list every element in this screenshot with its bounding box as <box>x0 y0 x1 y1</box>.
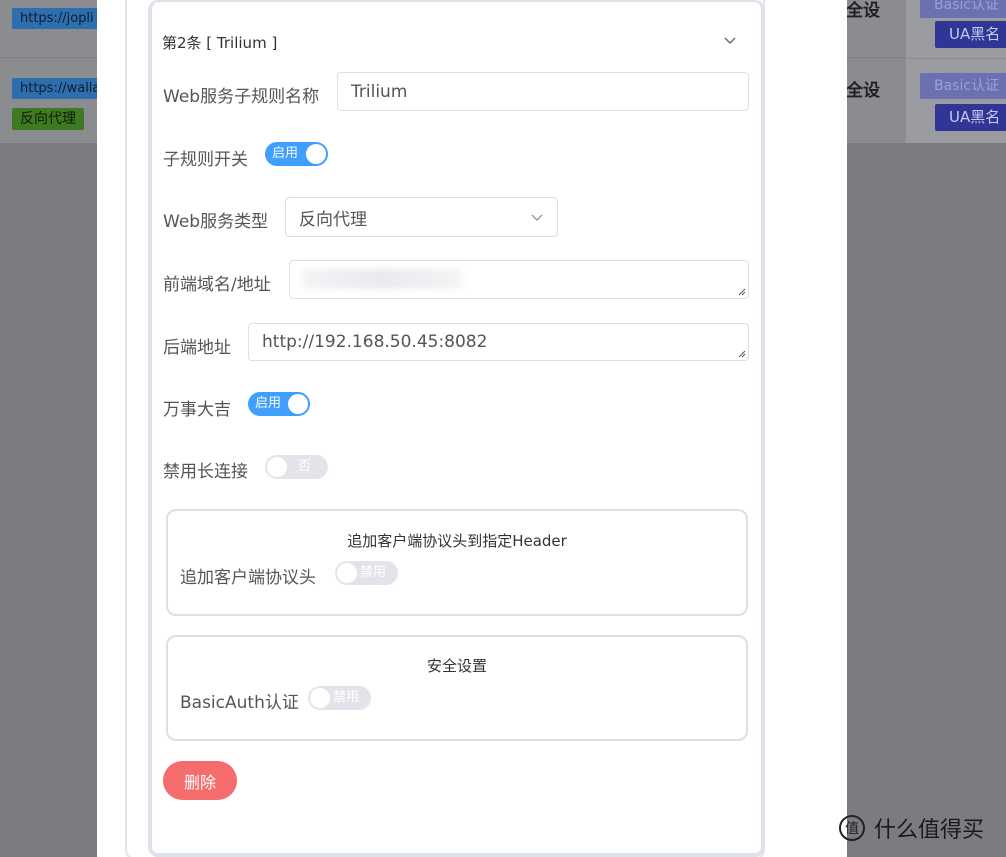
rule-enable-switch[interactable]: 启用 <box>265 142 328 166</box>
frontend-input[interactable] <box>289 260 749 299</box>
blurred-text <box>302 269 462 289</box>
rule-name-input[interactable]: Trilium <box>337 72 749 111</box>
section-title: 追加客户端协议头到指定Header <box>347 532 567 550</box>
rule-name-label: Web服务子规则名称 <box>163 87 320 107</box>
header-section: 追加客户端协议头到指定Header 追加客户端协议头 禁用 <box>166 509 748 616</box>
rule-switch-label: 子规则开关 <box>163 150 248 170</box>
table-cell-text: 全设 <box>846 1 880 21</box>
service-type-select[interactable]: 反向代理 <box>285 197 558 237</box>
switch-knob <box>337 563 357 583</box>
service-type-value: 反向代理 <box>299 209 367 230</box>
rule-name-value: Trilium <box>351 81 408 102</box>
chevron-down-icon <box>531 214 543 221</box>
backend-value: http://192.168.50.45:8082 <box>262 332 488 352</box>
ua-blacklist-button: UA黑名 <box>935 21 1006 48</box>
watermark: 值 什么值得买 <box>838 812 984 844</box>
ua-blacklist-button: UA黑名 <box>935 104 1006 131</box>
switch-knob <box>288 394 308 414</box>
basic-auth-label: BasicAuth认证 <box>180 693 299 713</box>
wanshi-switch[interactable]: 启用 <box>248 392 310 416</box>
header-label: 追加客户端协议头 <box>180 568 316 588</box>
smzdm-logo-icon: 值 <box>839 815 865 841</box>
watermark-text: 什么值得买 <box>874 818 985 843</box>
basic-auth-button: Basic认证 <box>920 73 1006 99</box>
service-type-label: Web服务类型 <box>163 212 269 232</box>
basic-auth-button: Basic认证 <box>920 0 1006 18</box>
url-tag: https://jopli <box>12 8 98 29</box>
svg-text:值: 值 <box>845 821 859 837</box>
backend-input[interactable]: http://192.168.50.45:8082 <box>248 323 749 361</box>
resize-handle-icon[interactable] <box>738 288 746 296</box>
resize-handle-icon[interactable] <box>738 350 746 358</box>
delete-button[interactable]: 删除 <box>163 761 237 800</box>
switch-text: 启用 <box>255 396 282 411</box>
table-cell-text: 全设 <box>846 81 880 101</box>
rule-header[interactable]: 第2条 [ Trilium ] <box>162 32 277 53</box>
switch-knob <box>267 457 287 477</box>
wanshi-label: 万事大吉 <box>163 400 231 420</box>
frontend-label: 前端域名/地址 <box>163 275 271 295</box>
section-title: 安全设置 <box>426 657 487 675</box>
header-switch[interactable]: 禁用 <box>335 561 398 585</box>
switch-text: 启用 <box>272 146 299 161</box>
security-section: 安全设置 BasicAuth认证 禁用 <box>166 635 748 741</box>
basic-auth-switch[interactable]: 禁用 <box>308 686 371 710</box>
chevron-down-icon[interactable] <box>723 33 737 47</box>
switch-text: 禁用 <box>333 690 360 705</box>
switch-text: 禁用 <box>360 565 387 580</box>
backend-label: 后端地址 <box>163 338 231 358</box>
keepalive-label: 禁用长连接 <box>163 462 248 482</box>
switch-knob <box>310 688 330 708</box>
switch-text: 否 <box>298 459 312 474</box>
keepalive-switch[interactable]: 否 <box>265 455 328 479</box>
type-tag: 反向代理 <box>12 108 84 130</box>
url-tag: https://walla <box>12 78 98 99</box>
switch-knob <box>306 144 326 164</box>
